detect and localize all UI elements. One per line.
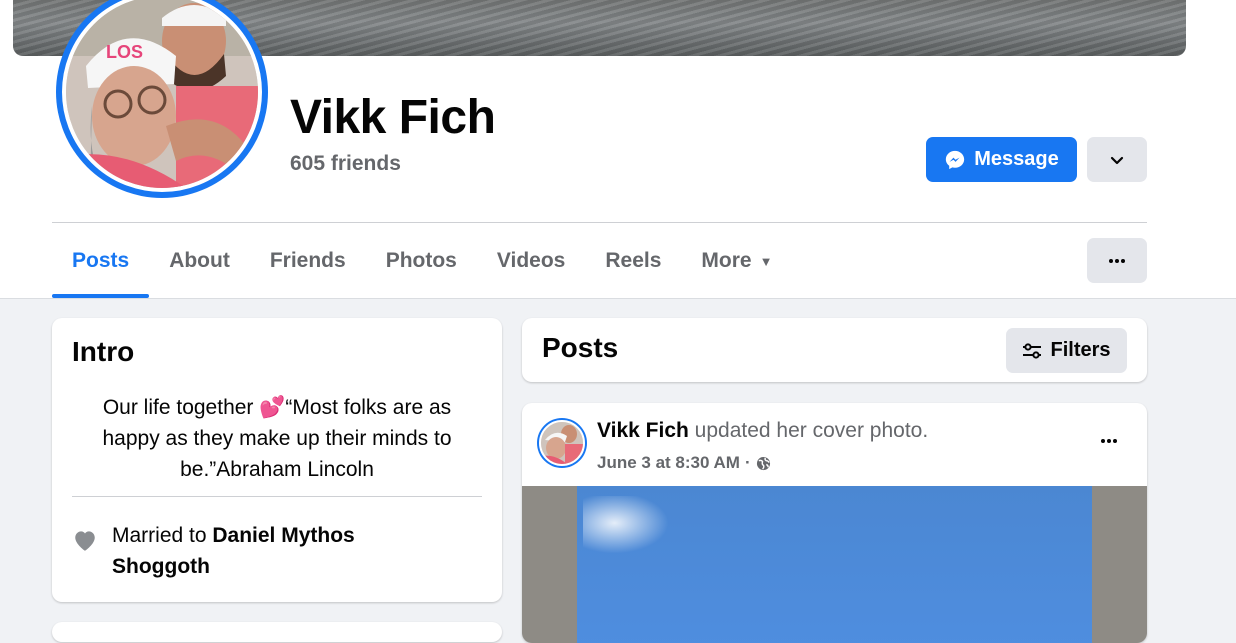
intro-divider	[72, 496, 482, 497]
tab-posts[interactable]: Posts	[52, 239, 150, 298]
profile-tabs: Posts About Friends Photos Videos Reels …	[52, 239, 792, 298]
message-button-label: Message	[974, 148, 1059, 170]
more-dots-icon	[1101, 439, 1117, 443]
tab-more[interactable]: More ▼	[681, 239, 792, 283]
posts-header-card: Posts Filters	[522, 318, 1147, 382]
globe-icon	[756, 456, 770, 470]
photos-card	[52, 622, 502, 642]
post-author-name[interactable]: Vikk Fich	[597, 419, 689, 442]
svg-text:LOS: LOS	[106, 42, 143, 62]
two-hearts-emoji: 💕	[259, 396, 286, 419]
header-divider	[52, 222, 1147, 223]
meta-separator: ·	[744, 453, 751, 472]
intro-card: Intro Our life together 💕“Most folks are…	[52, 318, 502, 602]
friends-count[interactable]: 605 friends	[290, 152, 401, 176]
tab-label: Friends	[269, 249, 346, 272]
profile-name: Vikk Fich	[290, 91, 496, 144]
bio-text-start: Our life together	[102, 396, 260, 419]
heart-icon	[75, 531, 95, 551]
post-cover-photo[interactable]	[522, 486, 1147, 643]
profile-photo-illustration: LOS	[66, 0, 258, 188]
tab-label: Posts	[72, 249, 130, 272]
relationship-prefix: Married to	[112, 524, 213, 547]
post-headline: Vikk Fich updated her cover photo.	[597, 419, 928, 443]
tab-friends[interactable]: Friends	[250, 239, 366, 283]
intro-title: Intro	[72, 336, 135, 367]
message-button[interactable]: Message	[926, 137, 1077, 182]
post-options-button[interactable]	[1091, 427, 1127, 455]
post-avatar-image	[539, 420, 585, 466]
messenger-icon	[946, 150, 965, 169]
tab-label: More	[701, 249, 752, 272]
post-timestamp[interactable]: June 3 at 8:30 AM	[597, 453, 740, 473]
post-card: Vikk Fich updated her cover photo. June …	[522, 403, 1147, 643]
profile-more-button[interactable]	[1087, 238, 1147, 283]
sky-image	[577, 486, 1092, 643]
tab-label: About	[169, 249, 230, 272]
profile-options-dropdown[interactable]	[1087, 137, 1147, 182]
tab-about[interactable]: About	[149, 239, 250, 283]
tab-reels[interactable]: Reels	[585, 239, 681, 283]
post-author-avatar[interactable]	[537, 418, 587, 468]
tab-label: Videos	[496, 249, 566, 272]
filters-button[interactable]: Filters	[1006, 328, 1127, 373]
tab-photos[interactable]: Photos	[366, 239, 477, 283]
intro-bio: Our life together 💕“Most folks are as ha…	[72, 392, 482, 485]
post-action-text: updated her cover photo.	[688, 419, 929, 442]
caret-down-icon: ▼	[759, 253, 773, 269]
profile-picture[interactable]: LOS	[62, 0, 262, 192]
filter-sliders-icon	[1023, 342, 1042, 359]
tab-videos[interactable]: Videos	[477, 239, 585, 283]
relationship-status: Married to Daniel Mythos Shoggoth	[112, 520, 442, 582]
post-meta: June 3 at 8:30 AM ·	[597, 453, 771, 473]
filters-label: Filters	[1050, 339, 1111, 361]
posts-section-title: Posts	[542, 332, 619, 363]
more-dots-icon	[1109, 258, 1125, 263]
post-avatar-illustration	[541, 422, 583, 464]
cloud-shape	[583, 496, 673, 556]
tab-label: Photos	[385, 249, 457, 272]
tab-label: Reels	[605, 249, 662, 272]
chevron-down-icon	[1110, 156, 1124, 164]
